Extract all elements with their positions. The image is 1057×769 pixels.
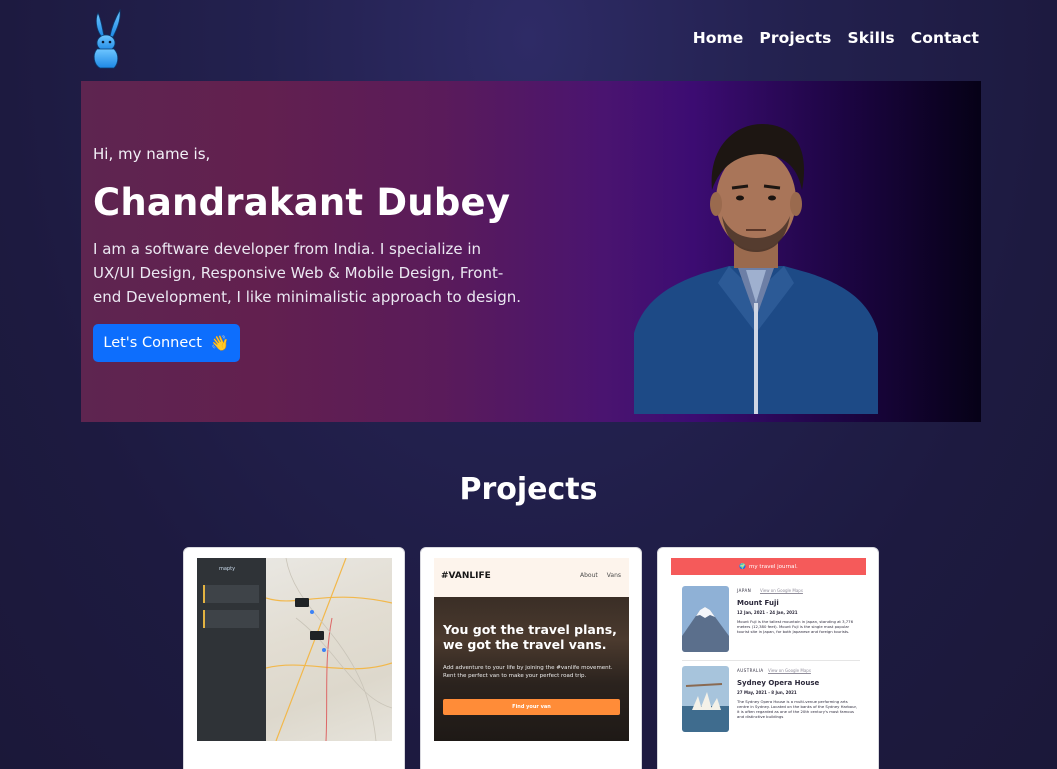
- vanlife-link-vans: Vans: [606, 572, 621, 579]
- map-popup: [295, 598, 309, 607]
- hero-bio: I am a software developer from India. I …: [93, 240, 522, 306]
- project-card-mapty[interactable]: mapty: [183, 547, 405, 769]
- entry-divider: [682, 660, 860, 661]
- workout-row: [203, 610, 259, 628]
- map-roads: [265, 558, 392, 741]
- sydney-opera-house-photo: [682, 666, 729, 732]
- workout-row: [203, 585, 259, 603]
- profile-photo: [634, 124, 878, 414]
- project-thumbnail: 🌍 my travel journal. JAPAN View on Googl…: [671, 558, 866, 741]
- entry-title: Sydney Opera House: [737, 679, 820, 687]
- entry-maps-link: View on Google Maps: [768, 668, 811, 673]
- lets-connect-button[interactable]: Let's Connect 👋: [93, 324, 240, 362]
- entry-description: The Sydney Opera House is a multi-venue …: [737, 699, 858, 719]
- entry-maps-link: View on Google Maps: [760, 588, 803, 593]
- logo[interactable]: [86, 8, 126, 69]
- vanlife-headline: You got the travel plans, we got the tra…: [443, 622, 617, 652]
- entry-dates: 12 Jan, 2021 - 24 Jan, 2021: [737, 610, 798, 615]
- map-popup: [310, 631, 324, 640]
- project-thumbnail: mapty: [197, 558, 392, 741]
- hero-name: Chandrakant Dubey: [93, 181, 511, 224]
- mount-fuji-photo: [682, 586, 729, 652]
- rabbit-logo-icon: [93, 8, 121, 69]
- vanlife-header: #VANLIFE About Vans: [434, 558, 629, 597]
- nav-home[interactable]: Home: [693, 29, 744, 47]
- hero-greeting: Hi, my name is,: [93, 145, 211, 163]
- lets-connect-label: Let's Connect: [103, 335, 202, 351]
- main-nav: Home Projects Skills Contact: [693, 29, 979, 47]
- project-card-vanlife[interactable]: #VANLIFE About Vans You got the travel p…: [420, 547, 642, 769]
- entry-country: JAPAN: [737, 588, 752, 593]
- waving-hand-icon: 👋: [210, 334, 230, 352]
- vanlife-link-about: About: [580, 572, 598, 579]
- map-view: [265, 558, 392, 741]
- projects-title: Projects: [459, 472, 598, 507]
- vanlife-logo: #VANLIFE: [441, 571, 491, 581]
- entry-country: AUSTRALIA: [737, 668, 764, 673]
- project-card-travel-journal[interactable]: 🌍 my travel journal. JAPAN View on Googl…: [657, 547, 879, 769]
- map-brand: mapty: [219, 566, 236, 572]
- nav-contact[interactable]: Contact: [911, 29, 979, 47]
- journal-header-title: my travel journal.: [749, 563, 798, 570]
- entry-description: Mount Fuji is the tallest mountain in Ja…: [737, 619, 853, 634]
- entry-title: Mount Fuji: [737, 599, 779, 607]
- vanlife-find-button: Find your van: [443, 699, 620, 715]
- globe-icon: 🌍: [739, 563, 747, 570]
- vanlife-hero: You got the travel plans, we got the tra…: [434, 597, 629, 741]
- hero-section: Hi, my name is, Chandrakant Dubey I am a…: [81, 81, 981, 422]
- project-thumbnail: #VANLIFE About Vans You got the travel p…: [434, 558, 629, 741]
- journal-header: 🌍 my travel journal.: [671, 558, 866, 575]
- vanlife-subtext: Add adventure to your life by joining th…: [443, 665, 613, 679]
- entry-dates: 27 May, 2021 - 8 Jun, 2021: [737, 690, 797, 695]
- nav-skills[interactable]: Skills: [848, 29, 895, 47]
- map-sidebar: mapty: [197, 558, 266, 741]
- journal-entry: AUSTRALIA View on Google Maps Sydney Ope…: [682, 666, 860, 732]
- nav-projects[interactable]: Projects: [759, 29, 831, 47]
- journal-entry: JAPAN View on Google Maps Mount Fuji 12 …: [682, 586, 860, 652]
